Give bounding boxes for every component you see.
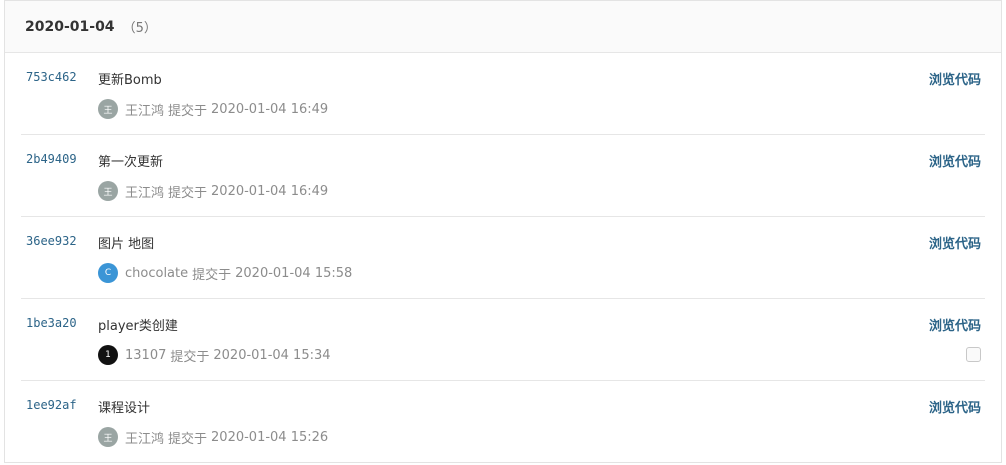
browse-code-link[interactable]: 浏览代码 [929,233,981,252]
commit-title[interactable]: 第一次更新 [98,151,163,170]
commit-meta: 1 13107 提交于 2020-01-04 15:34 [98,345,331,365]
author-name[interactable]: 王江鸿 [125,100,164,119]
commit-meta: 王 王江鸿 提交于 2020-01-04 16:49 [98,99,328,119]
commit-time: 2020-01-04 15:34 [213,347,331,363]
commit-time: 2020-01-04 16:49 [211,183,329,199]
author-name[interactable]: 王江鸿 [125,182,164,201]
commit-row: 36ee932 图片 地图 C chocolate 提交于 2020-01-04… [21,217,985,299]
author-avatar[interactable]: 1 [98,345,118,365]
author-avatar[interactable]: 王 [98,181,118,201]
commit-sha-link[interactable]: 2b49409 [26,152,77,166]
commit-title[interactable]: 更新Bomb [98,69,162,88]
commit-list: 753c462 更新Bomb 王 王江鸿 提交于 2020-01-04 16:4… [21,53,985,463]
commit-row: 1be3a20 player类创建 1 13107 提交于 2020-01-04… [21,299,985,381]
browse-code-link[interactable]: 浏览代码 [929,151,981,170]
committed-label: 提交于 [192,267,232,283]
author-avatar[interactable]: C [98,263,118,283]
commit-meta: 王 王江鸿 提交于 2020-01-04 16:49 [98,181,328,201]
author-name[interactable]: 王江鸿 [125,428,164,447]
committed-label: 提交于 [168,103,208,119]
committed-label: 提交于 [168,185,208,201]
commit-time: 2020-01-04 15:26 [211,429,329,445]
author-name[interactable]: 13107 [125,348,166,363]
commit-sha-link[interactable]: 1ee92af [26,398,77,412]
commit-row: 2b49409 第一次更新 王 王江鸿 提交于 2020-01-04 16:49… [21,135,985,217]
author-name[interactable]: chocolate [125,266,188,281]
commit-group-panel: 2020-01-04 （5） 753c462 更新Bomb 王 王江鸿 提交于 … [4,0,1002,463]
committed-label: 提交于 [170,349,210,365]
commit-row: 753c462 更新Bomb 王 王江鸿 提交于 2020-01-04 16:4… [21,53,985,135]
commit-sha-link[interactable]: 36ee932 [26,234,77,248]
browse-code-link[interactable]: 浏览代码 [929,315,981,334]
commit-sha-link[interactable]: 753c462 [26,70,77,84]
commit-title[interactable]: 课程设计 [98,397,150,416]
group-date: 2020-01-04 [25,18,115,35]
commit-sha-link[interactable]: 1be3a20 [26,316,77,330]
commit-meta: 王 王江鸿 提交于 2020-01-04 15:26 [98,427,328,447]
browse-code-link[interactable]: 浏览代码 [929,69,981,88]
commit-title[interactable]: 图片 地图 [98,233,154,252]
committed-label: 提交于 [168,431,208,447]
group-commit-count: （5） [122,21,157,36]
author-avatar[interactable]: 王 [98,427,118,447]
commit-time: 2020-01-04 16:49 [211,101,329,117]
commit-row: 1ee92af 课程设计 王 王江鸿 提交于 2020-01-04 15:26 … [21,381,985,463]
browse-code-link[interactable]: 浏览代码 [929,397,981,416]
commit-group-header: 2020-01-04 （5） [5,1,1001,53]
commit-title[interactable]: player类创建 [98,315,178,334]
commit-time: 2020-01-04 15:58 [235,265,353,281]
compare-checkbox[interactable] [966,347,981,362]
commit-meta: C chocolate 提交于 2020-01-04 15:58 [98,263,352,283]
author-avatar[interactable]: 王 [98,99,118,119]
